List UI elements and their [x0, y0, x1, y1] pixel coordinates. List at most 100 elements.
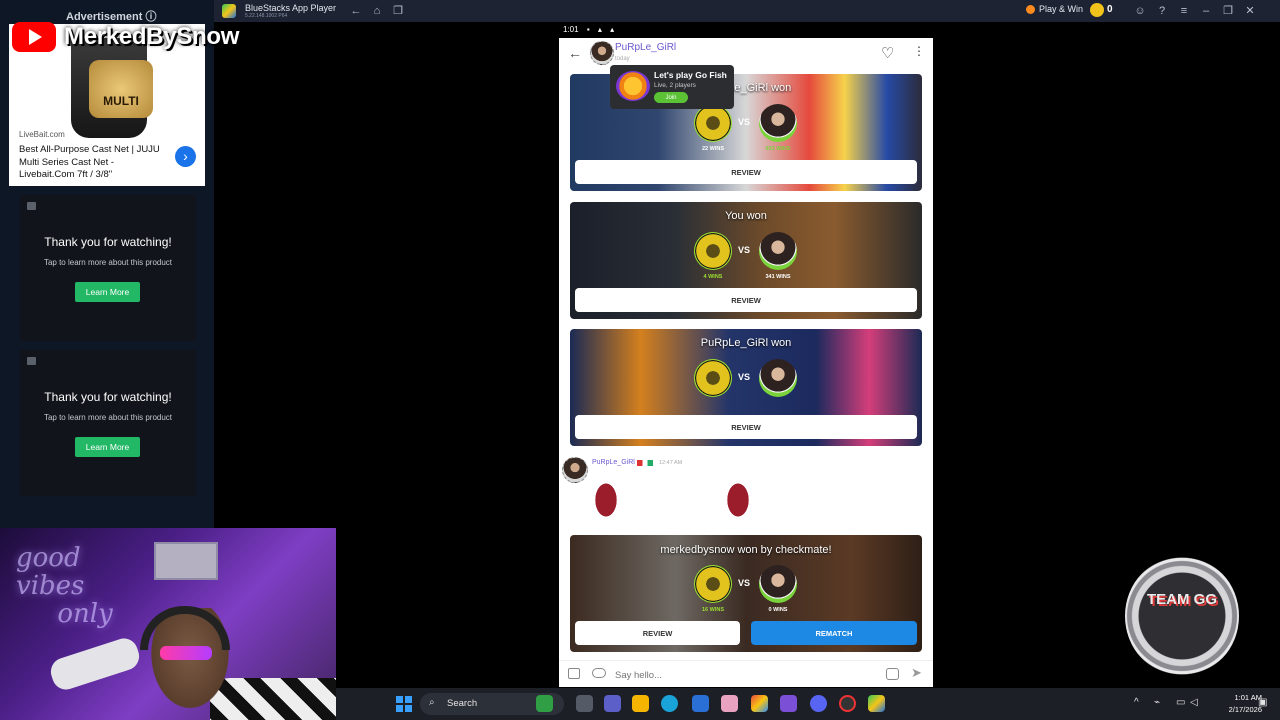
network-icon[interactable]: ⌁ — [1154, 697, 1160, 708]
task-view-icon[interactable] — [576, 695, 593, 712]
gif-icon[interactable] — [886, 668, 899, 680]
copilot-icon[interactable] — [751, 695, 768, 712]
edge-icon[interactable] — [661, 695, 678, 712]
thanks-card[interactable]: Thank you for watching! Tap to learn mor… — [20, 350, 196, 496]
android-screen: 1:01 ▪ ▴ ▴ ← PuRpLe_GiRl today ♡ ⋮ PuRpL… — [559, 22, 933, 687]
message-time: 12:47 AM — [659, 460, 683, 466]
file-explorer-icon[interactable] — [632, 695, 649, 712]
status-time: 1:01 — [563, 25, 579, 34]
monitor-icon[interactable]: ▭ — [1176, 697, 1185, 708]
windows-taskbar: ⌕ Search ^ ⌁ ▭ ◁ 1:01 AM 2/17/2026 ▣ — [336, 688, 1280, 720]
neon-sign: good vibes only — [16, 543, 113, 629]
invite-frame — [591, 469, 753, 531]
contact-status: today — [615, 56, 630, 62]
bluestacks-icon[interactable] — [868, 695, 885, 712]
player-avatar — [694, 104, 732, 142]
app-icon[interactable] — [780, 695, 797, 712]
heart-icon[interactable]: ♡ — [881, 44, 894, 62]
player-wins: 4 WINS — [703, 274, 723, 280]
menu-icon[interactable]: ≡ — [1176, 3, 1192, 19]
app-icon[interactable] — [721, 695, 738, 712]
game-result-card: PuRpLe_GiRl won VS REVIEW — [570, 329, 922, 446]
learn-more-button[interactable]: Learn More — [75, 282, 140, 302]
ac-unit — [154, 542, 218, 580]
result-title: PuRpLe_GiRl won — [700, 337, 792, 349]
search-icon: ⌕ — [429, 697, 435, 708]
learn-more-button[interactable]: Learn More — [75, 437, 140, 457]
clock-time[interactable]: 1:01 AM — [1200, 693, 1262, 702]
player-avatar — [694, 565, 732, 603]
play-win-button[interactable]: Play & Win — [1026, 4, 1083, 14]
back-icon[interactable]: ← — [348, 3, 364, 19]
vs-label: VS — [738, 578, 751, 588]
opponent-avatar — [759, 359, 797, 397]
player-wins: 16 WINS — [701, 607, 724, 613]
thanks-subtitle: Tap to learn more about this product — [43, 413, 173, 422]
invite-title: Let's play Go Fish — [654, 70, 727, 80]
game-result-card: merkedbysnow won by checkmate! VS 16 WIN… — [570, 535, 922, 652]
team-badge-text: TEAM GG — [1147, 591, 1217, 608]
notification-bell-icon[interactable]: ▣ — [1258, 697, 1267, 708]
send-icon[interactable]: ➤ — [911, 665, 922, 681]
flag-icon — [637, 460, 653, 466]
obs-icon[interactable] — [839, 695, 856, 712]
back-arrow-icon[interactable]: ← — [568, 45, 582, 61]
volume-icon[interactable]: ◁ — [1190, 697, 1198, 708]
contact-name[interactable]: PuRpLe_GiRl — [615, 42, 676, 53]
frame-decoration — [591, 477, 621, 523]
teams-icon[interactable] — [604, 695, 621, 712]
thanks-card[interactable]: Thank you for watching! Tap to learn mor… — [20, 195, 196, 341]
frame-decoration — [723, 477, 753, 523]
avatar-icon[interactable]: ☺ — [1132, 3, 1148, 19]
result-title: merkedbysnow won by checkmate! — [660, 544, 832, 556]
clock-date[interactable]: 2/17/2026 — [1200, 705, 1262, 714]
vs-label: VS — [738, 117, 751, 127]
chat-message: PuRpLe_GiRl 12:47 AM — [559, 455, 933, 531]
minimize-icon[interactable]: – — [1198, 3, 1214, 19]
info-icon — [27, 202, 36, 210]
review-button[interactable]: REVIEW — [575, 621, 740, 645]
review-button[interactable]: REVIEW — [575, 288, 917, 312]
review-button[interactable]: REVIEW — [575, 415, 917, 439]
more-vertical-icon[interactable]: ⋮ — [913, 44, 925, 58]
window-version: 5.22.148.1002 P64 — [245, 13, 288, 19]
chevron-up-icon[interactable]: ^ — [1134, 697, 1139, 708]
thanks-title: Thank you for watching! — [44, 235, 172, 249]
chevron-right-icon[interactable]: › — [175, 146, 196, 167]
opponent-avatar — [759, 232, 797, 270]
ad-column: Advertisement ⓘ MULTI LiveBait.com Best … — [0, 0, 214, 528]
store-icon[interactable] — [692, 695, 709, 712]
opponent-wins: 932 WINS — [765, 146, 791, 152]
play-win-icon — [1026, 4, 1035, 14]
discord-icon[interactable] — [810, 695, 827, 712]
player-avatar — [694, 359, 732, 397]
rematch-button[interactable]: REMATCH — [751, 621, 917, 645]
windows-start-icon[interactable] — [396, 696, 412, 712]
multi-instance-icon[interactable]: ❐ — [390, 3, 406, 19]
home-icon[interactable]: ⌂ — [369, 3, 385, 19]
message-input[interactable] — [615, 667, 875, 683]
sender-avatar[interactable] — [562, 457, 588, 483]
ad-description[interactable]: Best All-Purpose Cast Net | JUJU Multi S… — [19, 144, 171, 182]
help-icon[interactable]: ? — [1154, 3, 1170, 19]
restore-icon[interactable]: ❐ — [1220, 3, 1236, 19]
webcam-feed: good vibes only — [0, 528, 336, 720]
review-button[interactable]: REVIEW — [575, 160, 917, 184]
ad-source: LiveBait.com — [19, 130, 65, 139]
sender-name[interactable]: PuRpLe_GiRl — [592, 459, 635, 466]
mask-app-icon[interactable] — [536, 695, 553, 712]
youtube-icon — [12, 22, 56, 52]
thanks-subtitle: Tap to learn more about this product — [43, 258, 173, 267]
info-icon — [27, 357, 36, 365]
close-icon[interactable]: ✕ — [1242, 3, 1258, 19]
team-gg-badge: TEAM GG — [1125, 556, 1239, 676]
search-label: Search — [447, 698, 478, 709]
contact-avatar[interactable] — [590, 41, 614, 65]
game-invite-card[interactable]: Let's play Go Fish Live, 2 players Join — [610, 65, 734, 109]
game-result-card: You won VS 4 WINS 341 WINS REVIEW — [570, 202, 922, 319]
gamepad-icon[interactable] — [592, 668, 606, 678]
coin-count: 0 — [1107, 4, 1113, 15]
join-button[interactable]: Join — [654, 92, 688, 103]
sticker-icon[interactable] — [568, 668, 580, 679]
window-title: BlueStacks App Player — [245, 3, 337, 13]
